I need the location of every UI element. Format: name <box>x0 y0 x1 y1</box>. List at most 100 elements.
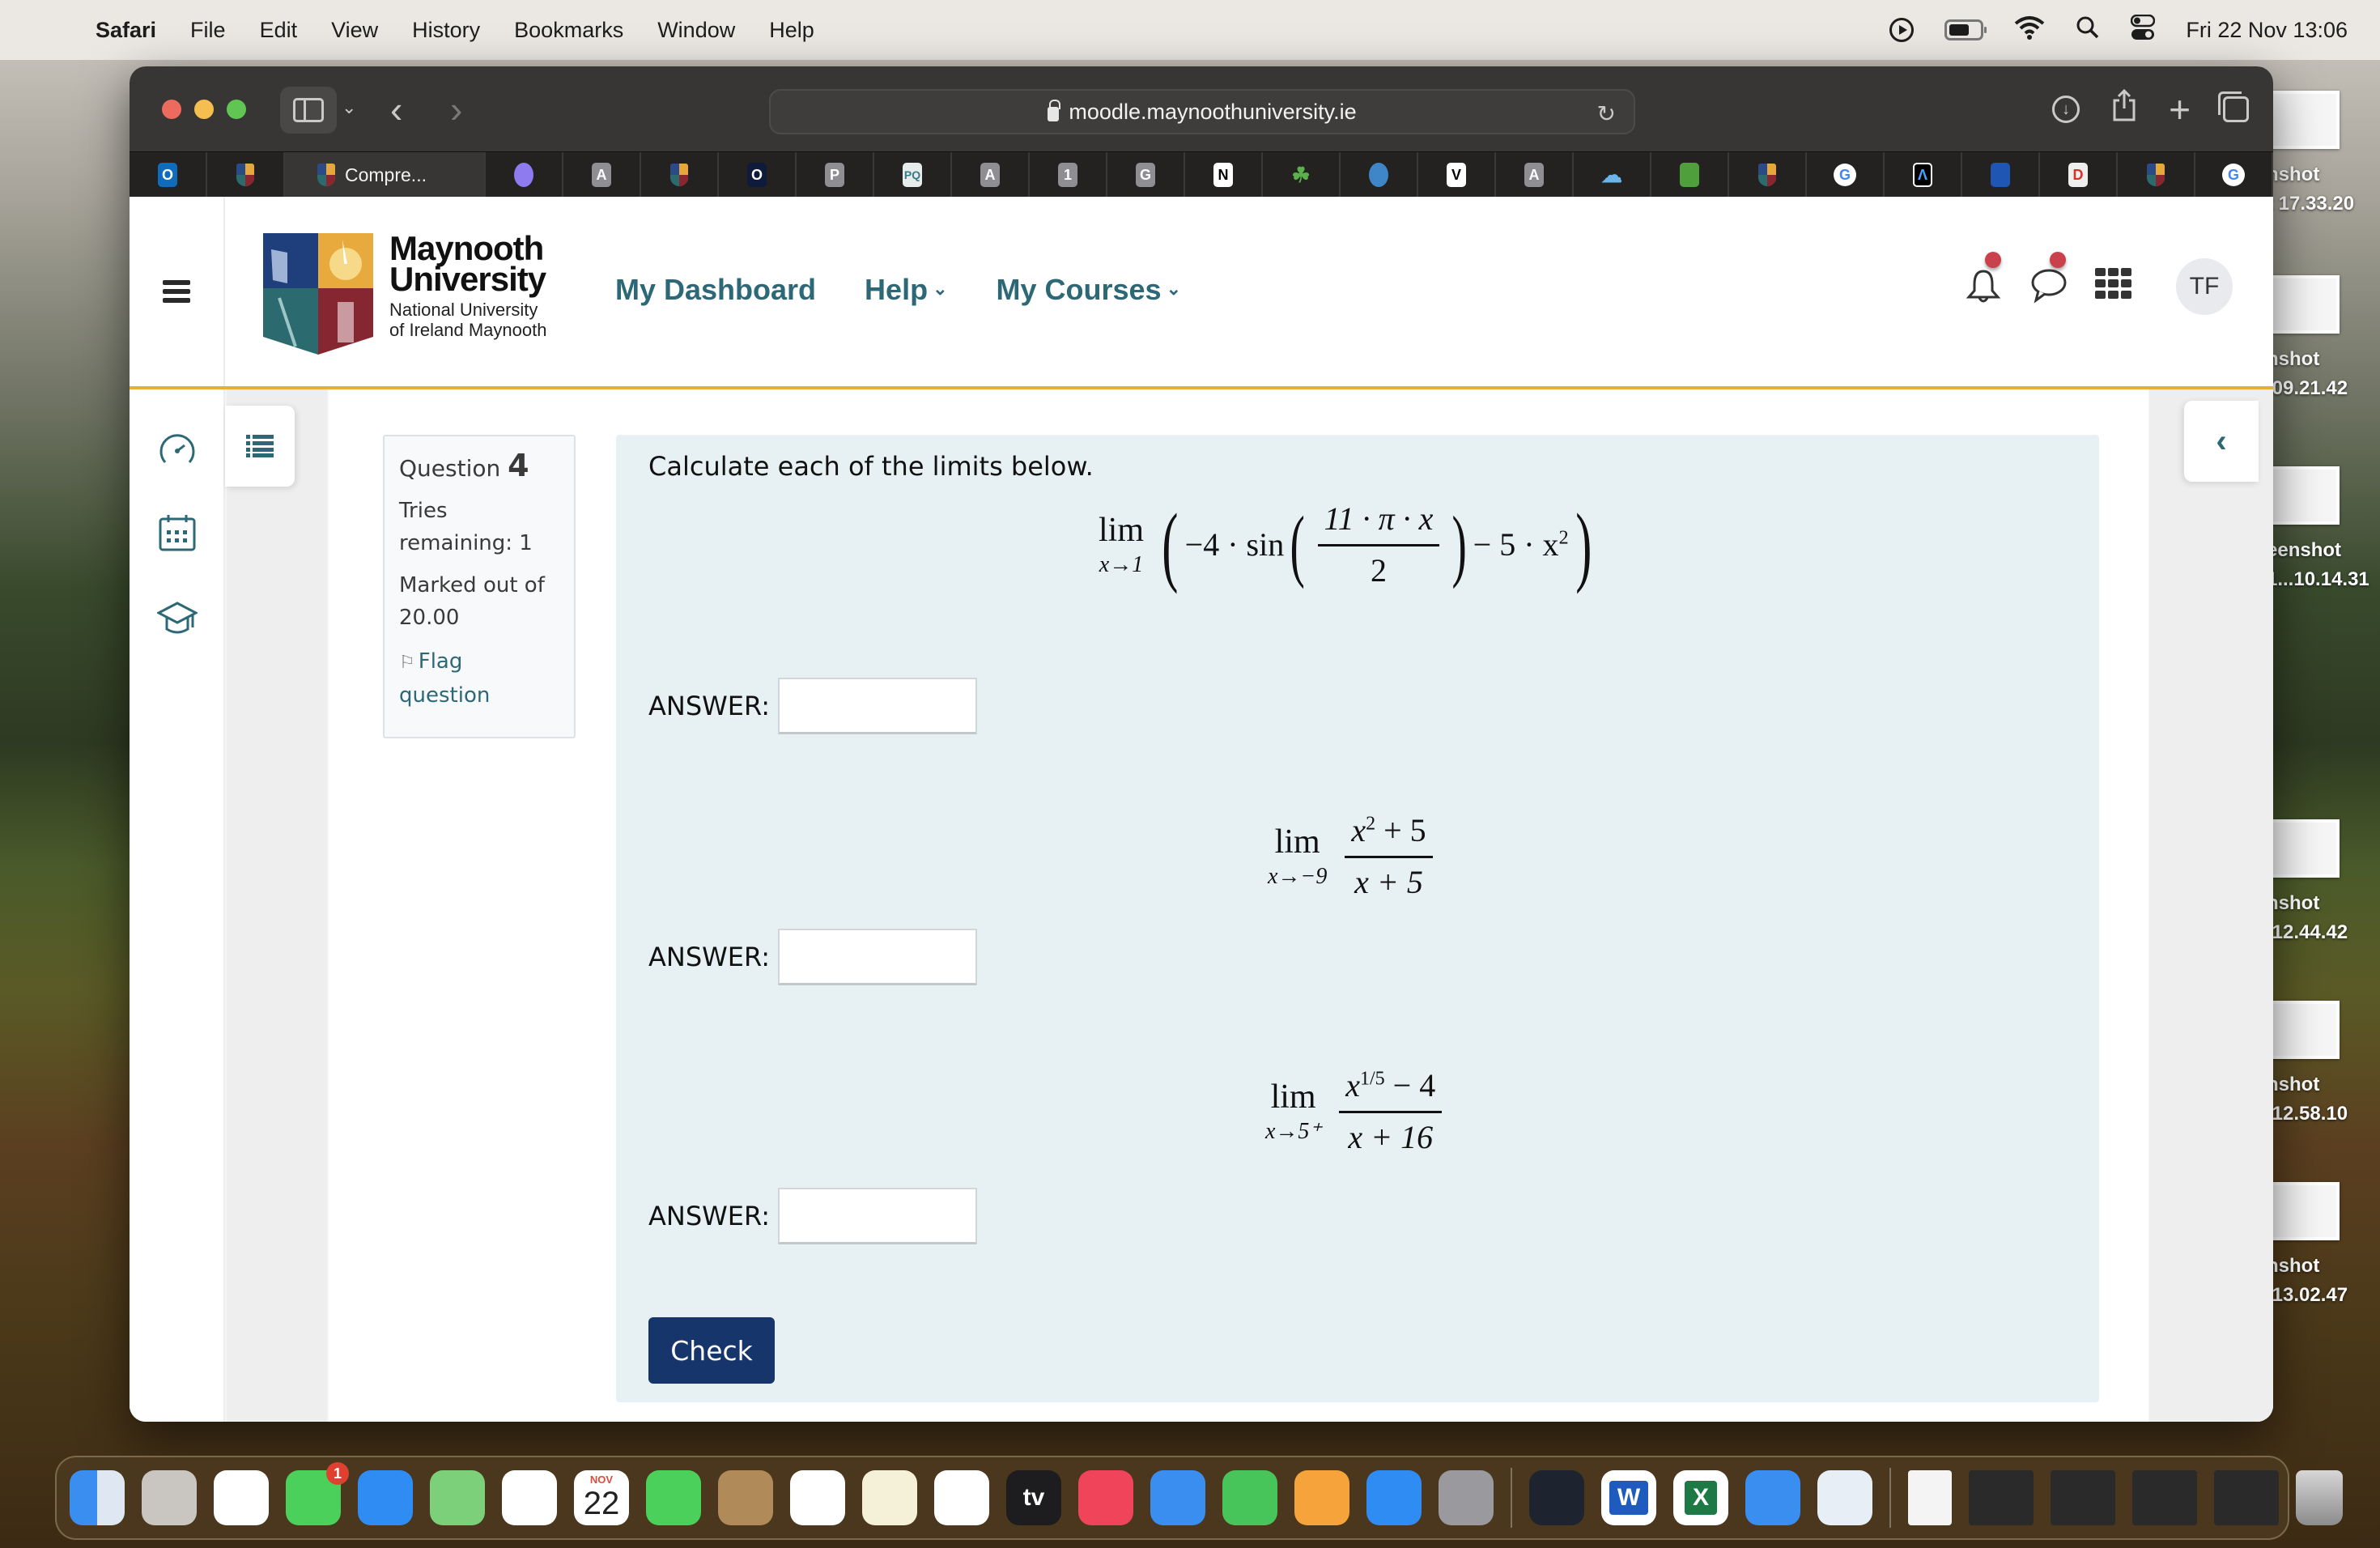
apps-grid-button[interactable] <box>2095 268 2131 305</box>
menu-file[interactable]: File <box>190 18 226 43</box>
menu-history[interactable]: History <box>412 18 480 43</box>
sidebar-toggle-button[interactable] <box>280 87 337 134</box>
browser-tab[interactable]: D <box>2040 152 2118 198</box>
dock-app-safari[interactable] <box>214 1470 269 1525</box>
browser-tab[interactable]: O <box>130 152 207 198</box>
browser-tab[interactable] <box>486 152 563 198</box>
browser-tab[interactable]: ☁ <box>1574 152 1651 198</box>
dock-app-notes[interactable] <box>862 1470 917 1525</box>
browser-tab[interactable]: V <box>1418 152 1496 198</box>
wifi-icon[interactable] <box>2014 15 2045 45</box>
browser-tab[interactable] <box>1729 152 1807 198</box>
minimized-window[interactable] <box>2132 1470 2197 1525</box>
minimized-window[interactable] <box>1969 1470 2034 1525</box>
zoom-window-button[interactable] <box>227 100 246 119</box>
dock-app-stocks[interactable] <box>1529 1470 1584 1525</box>
university-logo[interactable]: Maynooth University National University … <box>263 232 546 355</box>
messages-button[interactable] <box>2030 252 2067 305</box>
calendar-icon[interactable] <box>157 512 198 553</box>
menu-edit[interactable]: Edit <box>260 18 298 43</box>
dock-app-photos[interactable] <box>502 1470 557 1525</box>
graduation-cap-icon[interactable] <box>157 598 198 639</box>
dock-app-messages[interactable]: 1 <box>286 1462 349 1525</box>
chevron-down-icon[interactable]: ⌄ <box>342 97 356 118</box>
open-block-drawer-button[interactable]: ‹ <box>2184 401 2259 482</box>
downloads-icon[interactable]: ↓ <box>2052 96 2080 123</box>
dock-app-calendar[interactable]: NOV 22 <box>574 1470 629 1525</box>
back-button[interactable]: ‹ <box>390 87 402 131</box>
address-bar[interactable]: moodle.maynoothuniversity.ie ↻ <box>769 89 1635 134</box>
dock-app-wireless-diagnostics[interactable] <box>1745 1470 1800 1525</box>
desktop-file[interactable]: nshot .09.21.42 <box>2267 275 2380 403</box>
course-index-toggle[interactable] <box>225 406 295 487</box>
dock-app-excel[interactable]: X <box>1673 1470 1728 1525</box>
menu-bookmarks[interactable]: Bookmarks <box>514 18 623 43</box>
dock-app-system-settings[interactable] <box>1439 1470 1494 1525</box>
dock-app-preview[interactable] <box>1817 1470 1872 1525</box>
play-circle-icon[interactable] <box>1889 18 1915 42</box>
dock-app-numbers[interactable] <box>1222 1470 1277 1525</box>
spotlight-search-icon[interactable] <box>2076 15 2100 45</box>
dock-app-music[interactable] <box>1078 1470 1133 1525</box>
dock-app-launchpad[interactable] <box>142 1470 197 1525</box>
desktop-file[interactable]: nshot .13.02.47 <box>2267 1182 2380 1310</box>
tab-overview-icon[interactable] <box>2218 91 2249 122</box>
nav-my-courses-dropdown[interactable]: My Courses <box>997 273 1182 307</box>
browser-tab[interactable]: A <box>1496 152 1574 198</box>
browser-tab[interactable]: Compre... <box>285 152 486 198</box>
menu-view[interactable]: View <box>331 18 378 43</box>
menubar-clock[interactable]: Fri 22 Nov 13:06 <box>2186 18 2348 43</box>
control-center-icon[interactable] <box>2131 14 2156 46</box>
dock-app-reminders[interactable] <box>790 1470 845 1525</box>
browser-tab[interactable]: O <box>719 152 797 198</box>
minimized-window[interactable] <box>2214 1470 2279 1525</box>
answer-input-2[interactable] <box>778 929 978 985</box>
dock-app-tv[interactable]: tv <box>1006 1470 1061 1525</box>
flag-question-link[interactable]: ⚐ Flag question <box>399 645 559 712</box>
browser-tab[interactable] <box>1341 152 1418 198</box>
check-button[interactable]: Check <box>648 1317 775 1384</box>
forward-button[interactable]: › <box>450 87 462 131</box>
browser-tab[interactable]: P <box>797 152 874 198</box>
notifications-button[interactable] <box>1966 252 2001 305</box>
dock-app-word[interactable]: W <box>1601 1470 1656 1525</box>
browser-tab[interactable]: G <box>2195 152 2273 198</box>
dock-app-app-store[interactable] <box>1366 1470 1422 1525</box>
trash-icon[interactable] <box>2296 1470 2343 1525</box>
downloads-stack[interactable] <box>1908 1470 1952 1525</box>
browser-tab[interactable]: 1 <box>1030 152 1107 198</box>
browser-tab[interactable] <box>1651 152 1729 198</box>
browser-tab[interactable] <box>2118 152 2195 198</box>
desktop-file[interactable]: eenshot 1...10.14.31 <box>2267 466 2380 594</box>
browser-tab[interactable]: N <box>1185 152 1263 198</box>
desktop-file[interactable]: nshot t 17.33.20 <box>2267 91 2380 219</box>
browser-tab[interactable]: ☘ <box>1263 152 1341 198</box>
battery-icon[interactable] <box>1944 19 1987 40</box>
browser-tab[interactable]: A <box>563 152 641 198</box>
browser-tab[interactable] <box>207 152 285 198</box>
dock-app-mail[interactable] <box>358 1470 413 1525</box>
main-menu-button[interactable] <box>130 197 225 386</box>
menu-help[interactable]: Help <box>769 18 814 43</box>
dock-app-keynote[interactable] <box>1150 1470 1205 1525</box>
browser-tab[interactable]: G <box>1107 152 1185 198</box>
dock-app-maps[interactable] <box>430 1470 485 1525</box>
answer-input-3[interactable] <box>778 1188 978 1244</box>
dashboard-gauge-icon[interactable] <box>157 428 198 469</box>
menu-window[interactable]: Window <box>657 18 735 43</box>
reload-icon[interactable]: ↻ <box>1597 100 1616 127</box>
close-window-button[interactable] <box>162 100 181 119</box>
dock-app-finder[interactable] <box>70 1470 125 1525</box>
new-tab-icon[interactable]: + <box>2169 87 2191 131</box>
browser-tab[interactable] <box>641 152 719 198</box>
menu-app-name[interactable]: Safari <box>96 18 156 43</box>
nav-help-dropdown[interactable]: Help <box>865 273 947 307</box>
browser-tab[interactable]: Λ <box>1885 152 1962 198</box>
dock-app-facetime[interactable] <box>646 1470 701 1525</box>
minimized-window[interactable] <box>2051 1470 2115 1525</box>
dock-app-contacts[interactable] <box>718 1470 773 1525</box>
nav-my-dashboard[interactable]: My Dashboard <box>615 273 816 307</box>
browser-tab[interactable]: G <box>1807 152 1885 198</box>
user-avatar[interactable]: TF <box>2176 258 2233 315</box>
desktop-file[interactable]: nshot .12.58.10 <box>2267 1001 2380 1129</box>
